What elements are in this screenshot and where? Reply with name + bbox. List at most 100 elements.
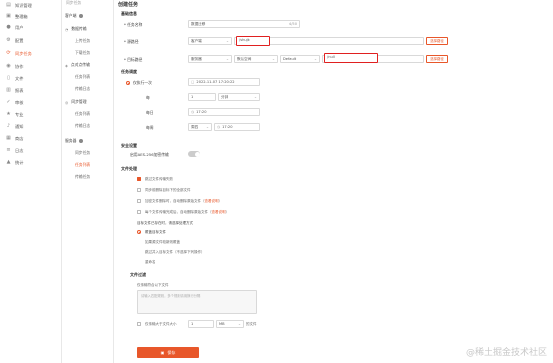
schedule-once-datetime[interactable]: ▢ 2022-11-07 17:20:22 bbox=[188, 78, 260, 86]
schedule-once-label: 仅执行一次 bbox=[133, 80, 152, 85]
schedule-weekly-label: 每周 bbox=[146, 125, 154, 130]
subnav-item-upload[interactable]: 上传任务 bbox=[75, 38, 90, 44]
calendar-icon: ▢ bbox=[191, 80, 195, 84]
aes-toggle[interactable] bbox=[188, 151, 200, 157]
transfer-icon: ◔ bbox=[65, 26, 69, 32]
user-icon: ● bbox=[6, 24, 11, 30]
store-icon: ▦ bbox=[6, 135, 11, 141]
sidebar-item-knowledge[interactable]: ▤ 知识管理 bbox=[6, 1, 32, 10]
source-path-input[interactable]: /shujk bbox=[236, 36, 270, 46]
subnav-group-client[interactable]: 客户端 bbox=[65, 13, 84, 19]
stats-icon: ▲ bbox=[6, 159, 11, 165]
delete-encrypted-label: 加密文件删除时，自动删除原始文件（查看说明） bbox=[145, 199, 222, 203]
target-mode-select[interactable]: Default ⌄ bbox=[280, 55, 320, 63]
sidebar-item-logs[interactable]: ≡ 日志 bbox=[6, 146, 23, 155]
task-name-label: * 任务名称 bbox=[124, 22, 143, 27]
star-icon: ★ bbox=[6, 111, 11, 117]
schedule-weekly-day-select[interactable]: 周四 ⌄ bbox=[188, 123, 212, 131]
subnav-item-sync-logs[interactable]: 传输日志 bbox=[75, 123, 90, 129]
conflict-label-overwrite: 覆盖目标文件 bbox=[145, 230, 166, 234]
view-doc-link[interactable]: 查看说明 bbox=[205, 199, 219, 203]
section-basic-header: 基础信息 bbox=[121, 11, 137, 16]
task-name-input[interactable]: 数据迁移 4/50 bbox=[188, 20, 300, 28]
chevron-down-icon: ⌄ bbox=[271, 57, 275, 61]
delete-encrypted-checkbox[interactable] bbox=[137, 199, 141, 203]
size-filter-input[interactable]: 1 bbox=[188, 320, 214, 328]
filter-rules-textarea[interactable]: 请输入匹配规则，多个规则请用换行分隔 bbox=[137, 290, 257, 314]
chevron-down-icon: ⌄ bbox=[253, 95, 257, 99]
subnav-title: 同步任务 bbox=[66, 0, 82, 5]
schedule-every-label: 每 bbox=[146, 95, 150, 100]
source-select-path-button[interactable]: 选择路径 bbox=[426, 37, 448, 45]
subnav-group-p2p[interactable]: ◈ 点对点传输 bbox=[65, 62, 90, 68]
content-area: 创建任务 基础信息 * 任务名称 数据迁移 4/50 * 源路径 客户端 ⌄ /sh… bbox=[114, 0, 553, 363]
p2p-icon: ◈ bbox=[65, 62, 68, 68]
log-icon: ≡ bbox=[6, 147, 11, 153]
size-filter-tail: 的文件 bbox=[246, 322, 257, 326]
info-icon bbox=[79, 14, 84, 18]
subnav-item-server-tasks[interactable]: 任务列表 bbox=[75, 162, 90, 168]
conflict-label-newer[interactable]: 如果源文件较新则覆盖 bbox=[145, 240, 180, 245]
overwrite-checkbox[interactable] bbox=[137, 188, 141, 192]
sidebar-item-store[interactable]: ▦ 商店 bbox=[6, 134, 23, 143]
target-space-select[interactable]: 默认空间 ⌄ bbox=[234, 55, 278, 63]
size-filter-checkbox[interactable] bbox=[137, 322, 141, 326]
sidebar-item-notify[interactable]: ♪ 通知 bbox=[6, 122, 24, 131]
section-schedule-header: 任务调度 bbox=[121, 69, 137, 74]
info-icon bbox=[79, 139, 84, 143]
schedule-every-unit-select[interactable]: 分钟 ⌄ bbox=[218, 93, 260, 101]
subnav-group-transfer[interactable]: ◔ 数据传输 bbox=[65, 26, 87, 32]
sidebar-item-reports[interactable]: ▥ 报表 bbox=[6, 86, 23, 95]
sidebar-item-collab[interactable]: ◉ 协作 bbox=[6, 62, 23, 71]
schedule-weekly-time[interactable]: ◷ 17:20 bbox=[214, 123, 260, 131]
section-filter-header: 文件过滤 bbox=[130, 272, 146, 277]
chevron-down-icon: ⌄ bbox=[205, 125, 209, 129]
subnav-item-sync-tasks[interactable]: 任务列表 bbox=[75, 111, 90, 117]
schedule-daily-time[interactable]: ◷ 17:20 bbox=[188, 108, 260, 116]
size-unit-select[interactable]: MB ⌄ bbox=[216, 320, 244, 328]
subnav-item-p2p-logs[interactable]: 传输日志 bbox=[75, 86, 90, 92]
sidebar-item-audit[interactable]: ✓ 审核 bbox=[6, 98, 23, 107]
conflict-label-rename[interactable]: 重命名 bbox=[145, 260, 156, 265]
target-select-path-button[interactable]: 选择路径 bbox=[426, 55, 448, 63]
save-icon: ▣ bbox=[160, 350, 165, 355]
save-button[interactable]: ▣ 保存 bbox=[137, 347, 199, 358]
subnav-item-server-transfer[interactable]: 传输任务 bbox=[75, 174, 90, 180]
subnav-item-p2p-tasks[interactable]: 任务列表 bbox=[75, 74, 90, 80]
subnav-group-sync[interactable]: ◎ 同步管理 bbox=[65, 99, 87, 105]
retry-checkbox[interactable] bbox=[137, 177, 141, 181]
char-counter: 4/50 bbox=[288, 22, 297, 26]
sidebar-item-inbox[interactable]: ▣ 整理箱 bbox=[6, 12, 27, 21]
target-type-select[interactable]: 服务器 ⌄ bbox=[188, 55, 232, 63]
subnav-item-server-sync[interactable]: 同步任务 bbox=[75, 150, 90, 156]
schedule-once-radio[interactable] bbox=[126, 81, 130, 85]
main-sidebar: ▤ 知识管理 ▣ 整理箱 ● 用户 ⚙ 配置 ⟳ 同步任务 ◉ 协作 ▯ 文件 ▥ 报表 ✓ 审核… bbox=[0, 0, 62, 363]
source-type-select[interactable]: 客户端 ⌄ bbox=[188, 37, 232, 45]
sidebar-item-files[interactable]: ▯ 文件 bbox=[6, 74, 23, 83]
delete-after-transfer-label: 每个文件传输完成后，自动删除原始文件（查看说明） bbox=[145, 210, 229, 214]
subnav-group-server[interactable]: 服务器 bbox=[65, 138, 84, 144]
file-icon: ▯ bbox=[7, 75, 10, 81]
conflict-radio-overwrite[interactable] bbox=[137, 230, 141, 234]
delete-after-transfer-checkbox[interactable] bbox=[137, 210, 141, 214]
sidebar-item-users[interactable]: ● 用户 bbox=[6, 23, 23, 32]
schedule-daily-label: 每日 bbox=[146, 110, 154, 115]
sidebar-item-config[interactable]: ⚙ 配置 bbox=[6, 36, 23, 45]
sidebar-item-sync[interactable]: ⟳ 同步任务 bbox=[6, 49, 31, 58]
chevron-down-icon: ⌄ bbox=[237, 322, 241, 326]
clock-icon: ◷ bbox=[217, 125, 221, 129]
view-doc-link[interactable]: 查看说明 bbox=[212, 210, 226, 214]
team-icon: ◉ bbox=[6, 63, 11, 69]
clock-icon: ◷ bbox=[191, 110, 195, 114]
sidebar-item-stats[interactable]: ▲ 统计 bbox=[6, 158, 24, 167]
box-icon: ▣ bbox=[6, 13, 11, 19]
subnav-item-download[interactable]: 下载任务 bbox=[75, 50, 90, 56]
sidebar-item-pro[interactable]: ★ 专业 bbox=[6, 110, 23, 119]
settings-icon: ⚙ bbox=[6, 37, 11, 43]
conflict-label-skip[interactable]: 跳过并入目标文件（不选择下列操作） bbox=[145, 250, 205, 255]
audit-icon: ✓ bbox=[6, 99, 11, 105]
sync-manage-icon: ◎ bbox=[65, 99, 69, 105]
schedule-every-input[interactable]: 1 bbox=[188, 93, 216, 101]
target-path-input[interactable]: /null bbox=[324, 53, 378, 63]
chevron-down-icon: ⌄ bbox=[225, 57, 229, 61]
